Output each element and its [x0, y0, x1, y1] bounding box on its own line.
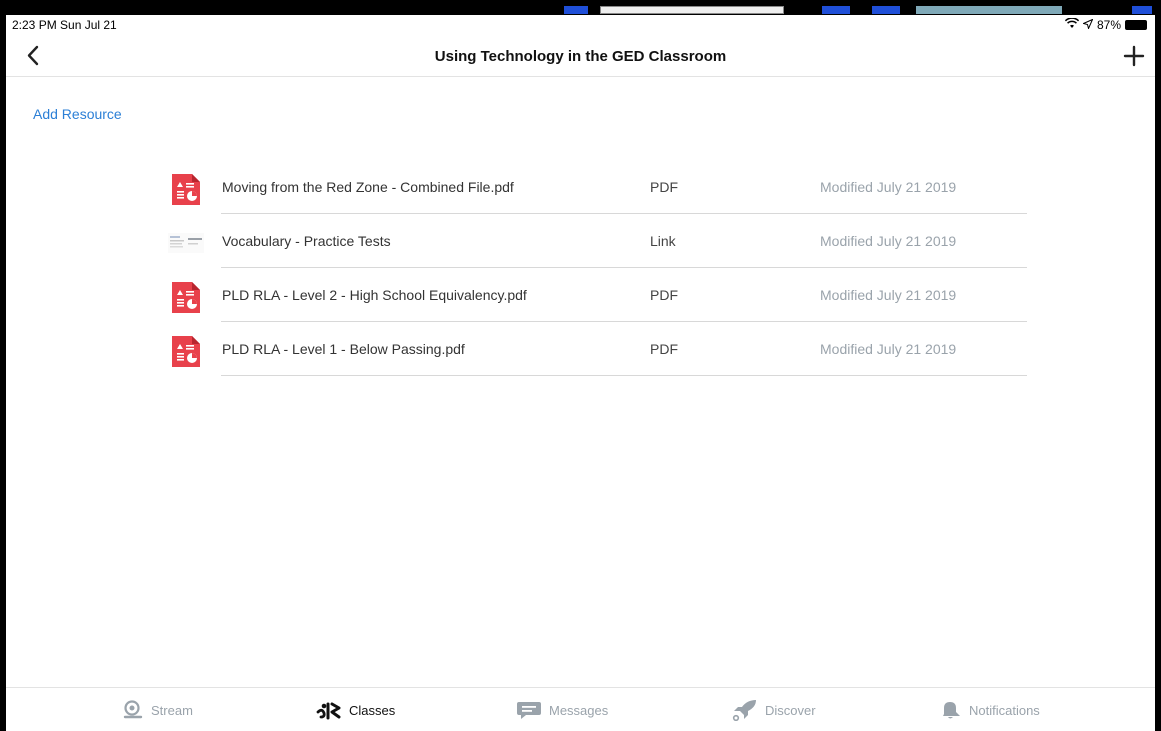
tab-notifications[interactable]: Notifications — [940, 688, 1040, 731]
pdf-icon — [168, 171, 204, 207]
tab-label: Discover — [765, 702, 816, 718]
resource-modified: Modified July 21 2019 — [820, 341, 957, 357]
battery-icon — [1125, 20, 1147, 30]
resource-type: PDF — [650, 179, 678, 195]
status-indicators: 87% — [1064, 17, 1147, 32]
resource-name: Vocabulary - Practice Tests — [222, 233, 391, 249]
resource-type: PDF — [650, 287, 678, 303]
resource-type: Link — [650, 233, 676, 249]
app-frame: 2:23 PM Sun Jul 21 87% Using Technology … — [6, 6, 1155, 731]
plus-icon — [1123, 45, 1145, 67]
resource-modified: Modified July 21 2019 — [820, 233, 957, 249]
pdf-icon — [168, 279, 204, 315]
row-divider — [221, 375, 1027, 376]
tab-label: Notifications — [969, 702, 1040, 718]
battery-percent: 87% — [1096, 18, 1121, 32]
resource-list: Moving from the Red Zone - Combined File… — [6, 160, 1155, 376]
tab-label: Stream — [151, 702, 193, 718]
page-title: Using Technology in the GED Classroom — [434, 48, 727, 65]
resource-name: Moving from the Red Zone - Combined File… — [222, 179, 514, 195]
bell-icon — [943, 702, 960, 719]
stream-icon — [123, 700, 143, 719]
resource-type: PDF — [650, 341, 678, 357]
tab-stream[interactable]: Stream — [122, 688, 193, 731]
wifi-icon — [1064, 17, 1080, 32]
tab-bar: Stream Classes Messages Discover Notific… — [6, 687, 1155, 731]
resource-row[interactable]: Vocabulary - Practice Tests Link Modifie… — [6, 214, 1155, 268]
resource-row[interactable]: Moving from the Red Zone - Combined File… — [6, 160, 1155, 214]
add-button[interactable] — [1119, 41, 1149, 71]
link-thumbnail — [168, 225, 204, 261]
classes-icon — [316, 702, 341, 720]
resource-modified: Modified July 21 2019 — [820, 179, 957, 195]
messages-icon — [517, 702, 541, 719]
add-resource-link[interactable]: Add Resource — [33, 106, 122, 122]
tab-label: Classes — [349, 702, 396, 718]
nav-bar: Using Technology in the GED Classroom — [6, 37, 1155, 77]
tab-messages[interactable]: Messages — [516, 688, 608, 731]
rocket-icon — [732, 700, 756, 721]
resource-name: PLD RLA - Level 1 - Below Passing.pdf — [222, 341, 465, 357]
location-icon — [1081, 18, 1094, 32]
pdf-icon — [168, 333, 204, 369]
tab-discover[interactable]: Discover — [732, 688, 816, 731]
background-strip — [6, 6, 1155, 15]
resource-row[interactable]: PLD RLA - Level 2 - High School Equivale… — [6, 268, 1155, 322]
resource-name: PLD RLA - Level 2 - High School Equivale… — [222, 287, 527, 303]
tab-label: Messages — [549, 702, 609, 718]
status-bar: 2:23 PM Sun Jul 21 87% — [6, 15, 1155, 37]
tab-classes[interactable]: Classes — [316, 688, 395, 731]
resource-modified: Modified July 21 2019 — [820, 287, 957, 303]
resource-row[interactable]: PLD RLA - Level 1 - Below Passing.pdf PD… — [6, 322, 1155, 376]
status-time: 2:23 PM Sun Jul 21 — [12, 18, 117, 32]
